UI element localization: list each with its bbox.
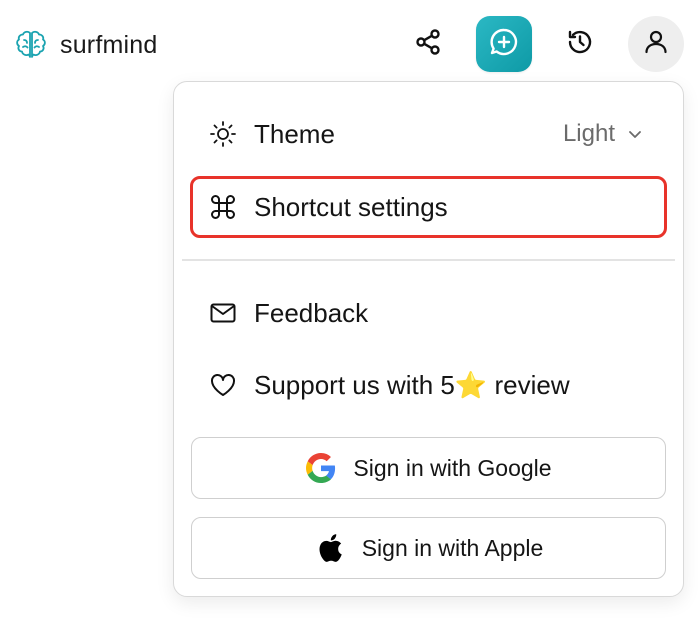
sign-in-apple-label: Sign in with Apple: [361, 534, 544, 561]
account-button[interactable]: [628, 16, 684, 72]
share-icon: [413, 27, 443, 62]
heart-icon: [206, 368, 240, 402]
brain-logo-icon: [14, 28, 48, 62]
menu-item-feedback[interactable]: Feedback: [190, 283, 667, 343]
theme-select[interactable]: Light: [563, 104, 643, 164]
history-button[interactable]: [552, 16, 608, 72]
user-icon: [642, 28, 670, 61]
theme-value: Light: [562, 120, 615, 147]
new-chat-icon: [488, 26, 520, 63]
account-dropdown-menu: Theme Light Shortcut settings Feedback S…: [173, 81, 684, 597]
feedback-label: Feedback: [254, 297, 369, 328]
menu-item-support-review[interactable]: Support us with 5⭐️ review: [190, 355, 667, 415]
history-icon: [565, 27, 595, 62]
share-button[interactable]: [400, 16, 456, 72]
app-root: surfmind Theme Light Shortcut settings F…: [0, 0, 698, 628]
menu-item-shortcut-settings[interactable]: Shortcut settings: [190, 176, 667, 238]
sign-in-apple-button[interactable]: Sign in with Apple: [191, 517, 666, 579]
sign-in-google-button[interactable]: Sign in with Google: [191, 437, 666, 499]
command-icon: [206, 190, 240, 224]
new-chat-button[interactable]: [476, 16, 532, 72]
mail-icon: [206, 296, 240, 330]
brand: surfmind: [14, 27, 157, 63]
sign-in-google-label: Sign in with Google: [353, 454, 552, 481]
menu-divider: [182, 259, 675, 261]
apple-logo-icon: [314, 532, 346, 564]
brand-name: surfmind: [60, 30, 158, 59]
google-logo-icon: [305, 452, 337, 484]
theme-label: Theme: [254, 118, 335, 149]
shortcut-settings-label: Shortcut settings: [254, 191, 448, 222]
menu-item-theme[interactable]: Theme Light: [190, 104, 667, 164]
sun-icon: [206, 117, 240, 151]
chevron-down-icon: [627, 126, 643, 142]
support-review-label: Support us with 5⭐️ review: [254, 369, 570, 400]
